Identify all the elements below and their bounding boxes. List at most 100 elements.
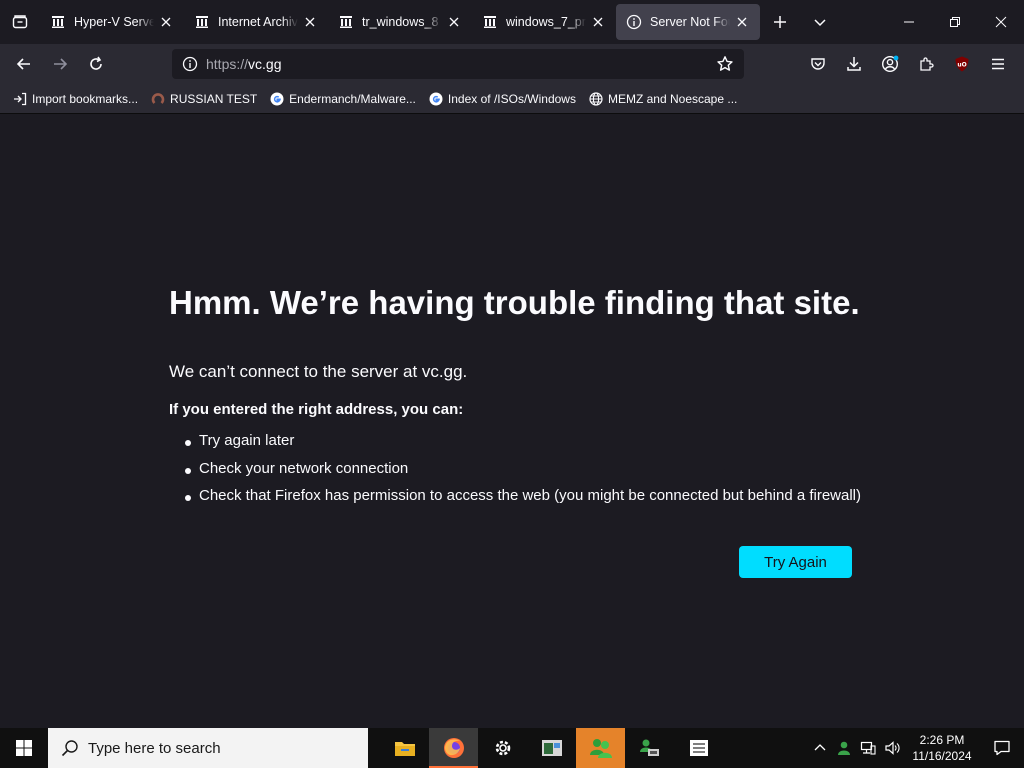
system-tray: 2:26 PM 11/16/2024 [808, 728, 1024, 768]
star-icon [717, 56, 733, 71]
minimize-icon [904, 21, 914, 23]
tab-hyper-v[interactable]: Hyper-V Server 2 [40, 4, 184, 40]
list-item: Check that Firefox has permission to acc… [185, 487, 861, 515]
extensions-button[interactable] [908, 48, 944, 80]
url-bar[interactable]: https://vc.gg [172, 49, 744, 79]
chevron-down-icon [814, 19, 826, 27]
bookmark-endermanch[interactable]: Endermanch/Malware... [265, 91, 420, 107]
archive-pillars-icon [482, 14, 498, 30]
start-button[interactable] [0, 728, 48, 768]
back-button[interactable] [6, 48, 42, 80]
url-text[interactable]: https://vc.gg [206, 56, 714, 72]
tab-title: Internet Archive [218, 15, 298, 29]
url-host: vc.gg [248, 56, 282, 72]
archive-pillars-icon [194, 14, 210, 30]
restore-icon [950, 17, 960, 27]
taskbar-firefox[interactable] [429, 728, 478, 768]
network-user-icon [639, 739, 659, 756]
clock-date: 11/16/2024 [912, 749, 972, 763]
svg-text:uO: uO [957, 62, 966, 69]
notification-center-button[interactable] [980, 728, 1024, 768]
pocket-icon [811, 58, 825, 70]
arrow-right-icon [54, 58, 68, 70]
taskbar-network-tool[interactable] [625, 728, 674, 768]
taskbar-notes[interactable] [674, 728, 723, 768]
tray-volume[interactable] [880, 728, 904, 768]
search-icon [60, 738, 80, 758]
taskbar-messenger[interactable] [576, 728, 625, 768]
taskbar: Type here to search 2:26 PM 11/16/2024 [0, 728, 1024, 768]
ublock-origin-button[interactable]: uO [944, 48, 980, 80]
info-icon [626, 14, 642, 30]
search-placeholder: Type here to search [88, 739, 221, 757]
bookmark-index-isos[interactable]: Index of /ISOs/Windows [424, 91, 580, 107]
taskbar-file-explorer[interactable] [380, 728, 429, 768]
gear-icon [495, 740, 510, 756]
bookmark-russian-test[interactable]: RUSSIAN TEST [146, 91, 261, 107]
arrow-left-icon [16, 58, 30, 70]
bookmark-memz[interactable]: MEMZ and Noescape ... [584, 91, 741, 107]
bookmark-star-button[interactable] [714, 53, 736, 75]
tab-internet-archive[interactable]: Internet Archive [184, 4, 328, 40]
bookmarks-toolbar: Import bookmarks... RUSSIAN TEST Enderma… [0, 84, 1024, 114]
info-icon[interactable] [180, 54, 200, 74]
error-title: Hmm. We’re having trouble finding that s… [169, 284, 860, 321]
bookmark-label: Endermanch/Malware... [289, 91, 416, 106]
chevron-up-icon [814, 744, 826, 751]
downloads-button[interactable] [836, 48, 872, 80]
taskbar-settings[interactable] [478, 728, 527, 768]
bookmark-import[interactable]: Import bookmarks... [8, 91, 142, 107]
tray-user-status[interactable] [832, 728, 856, 768]
list-window-icon [689, 740, 708, 756]
hyperv-icon [541, 740, 562, 756]
tab-overview-button[interactable] [0, 0, 40, 44]
tray-clock[interactable]: 2:26 PM 11/16/2024 [904, 732, 980, 764]
error-subtitle: If you entered the right address, you ca… [169, 401, 464, 418]
close-icon[interactable] [302, 14, 318, 30]
ring-icon [150, 91, 166, 107]
list-item: Check your network connection [185, 460, 861, 488]
suggestion-list: Try again later Check your network conne… [185, 432, 861, 515]
error-page: Hmm. We’re having trouble finding that s… [0, 114, 1024, 728]
restore-button[interactable] [932, 0, 978, 44]
reload-button[interactable] [78, 48, 114, 80]
close-window-button[interactable] [978, 0, 1024, 44]
tab-title: tr_windows_8 dir [362, 15, 442, 29]
error-description: We can’t connect to the server at vc.gg. [169, 362, 468, 381]
taskbar-search-box[interactable]: Type here to search [48, 728, 368, 768]
navigation-toolbar: https://vc.gg uO [0, 44, 1024, 84]
windows-logo-icon [16, 740, 32, 756]
account-button[interactable] [872, 48, 908, 80]
tab-tr-windows-8[interactable]: tr_windows_8 dir [328, 4, 472, 40]
taskbar-hyperv-manager[interactable] [527, 728, 576, 768]
new-tab-button[interactable] [760, 0, 800, 44]
show-hidden-icons-button[interactable] [808, 728, 832, 768]
minimize-button[interactable] [886, 0, 932, 44]
tray-network[interactable] [856, 728, 880, 768]
hamburger-icon [992, 58, 1004, 70]
clock-time: 2:26 PM [919, 733, 965, 747]
toolbar-right: uO [800, 48, 1016, 80]
close-icon[interactable] [590, 14, 606, 30]
list-all-tabs-button[interactable] [800, 0, 840, 44]
tab-title: windows_7_prof [506, 15, 586, 29]
close-icon[interactable] [446, 14, 462, 30]
forward-button[interactable] [42, 48, 78, 80]
bookmark-label: Import bookmarks... [32, 91, 139, 106]
puzzle-icon [920, 57, 934, 71]
pocket-button[interactable] [800, 48, 836, 80]
firefox-icon [443, 738, 464, 758]
tab-server-not-found[interactable]: Server Not Foun [616, 4, 760, 40]
tab-windows-7[interactable]: windows_7_prof [472, 4, 616, 40]
bookmark-label: MEMZ and Noescape ... [607, 91, 738, 106]
archive-pillars-icon [338, 14, 354, 30]
try-again-button[interactable]: Try Again [739, 546, 852, 578]
folder-icon [394, 742, 415, 756]
globe-icon [588, 91, 604, 107]
browser-window: Hyper-V Server 2 Internet Archive tr_win… [0, 0, 1024, 768]
close-icon[interactable] [158, 14, 174, 30]
close-icon[interactable] [734, 14, 750, 30]
google-icon [269, 91, 285, 107]
menu-button[interactable] [980, 48, 1016, 80]
tab-title: Server Not Foun [650, 15, 730, 29]
